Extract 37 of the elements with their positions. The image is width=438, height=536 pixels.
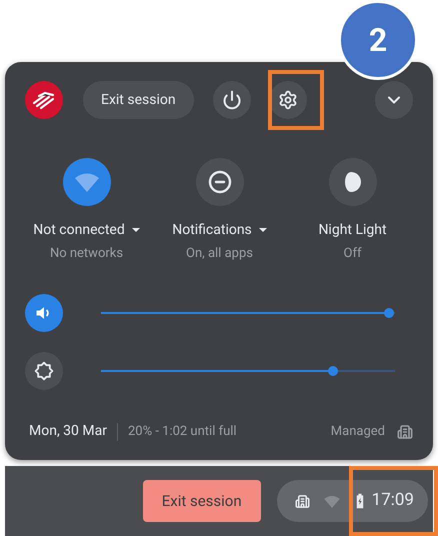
feature-label: Not connected	[33, 220, 125, 240]
dropdown-caret-icon[interactable]	[258, 228, 267, 232]
slider-thumb[interactable]	[384, 308, 394, 318]
building-icon	[397, 424, 413, 440]
feature-toggle[interactable]	[196, 158, 244, 206]
date-label[interactable]: Mon, 30 Mar	[29, 421, 107, 442]
brightness-icon	[34, 360, 54, 380]
settings-icon	[278, 90, 298, 110]
exit-session-button[interactable]: Exit session	[142, 480, 261, 522]
building-icon	[294, 494, 310, 508]
logo-icon	[25, 81, 63, 119]
clock-time: 17:09	[372, 489, 414, 512]
battery-status: 20% - 1:02 until full	[128, 422, 237, 441]
managed-label: Managed	[330, 422, 385, 441]
collapse-button[interactable]	[375, 81, 413, 119]
feature-toggle[interactable]	[62, 158, 110, 206]
volume-button[interactable]	[25, 294, 63, 332]
exit-session-button[interactable]: Exit session	[83, 81, 194, 119]
status-area[interactable]: 17:09	[276, 480, 428, 522]
brightness-button[interactable]	[25, 352, 63, 390]
minus-circle-icon	[208, 170, 232, 194]
wifi-icon	[324, 494, 340, 508]
feature-status: Off	[344, 245, 362, 263]
wifi-icon	[74, 172, 98, 192]
power-icon	[222, 90, 242, 110]
feature-label: Notifications	[172, 220, 252, 240]
dropdown-caret-icon[interactable]	[132, 228, 140, 232]
step-badge: 2	[338, 0, 418, 80]
feature-status: On, all apps	[186, 245, 253, 263]
feature-status: No networks	[50, 245, 124, 263]
feature-label: Night Light	[318, 220, 387, 240]
power-button[interactable]	[212, 81, 251, 119]
feature-toggle[interactable]	[328, 158, 376, 206]
battery-icon	[356, 493, 364, 509]
highlight-frame	[268, 70, 324, 130]
slider-thumb[interactable]	[328, 366, 338, 376]
moon-icon	[344, 172, 360, 192]
